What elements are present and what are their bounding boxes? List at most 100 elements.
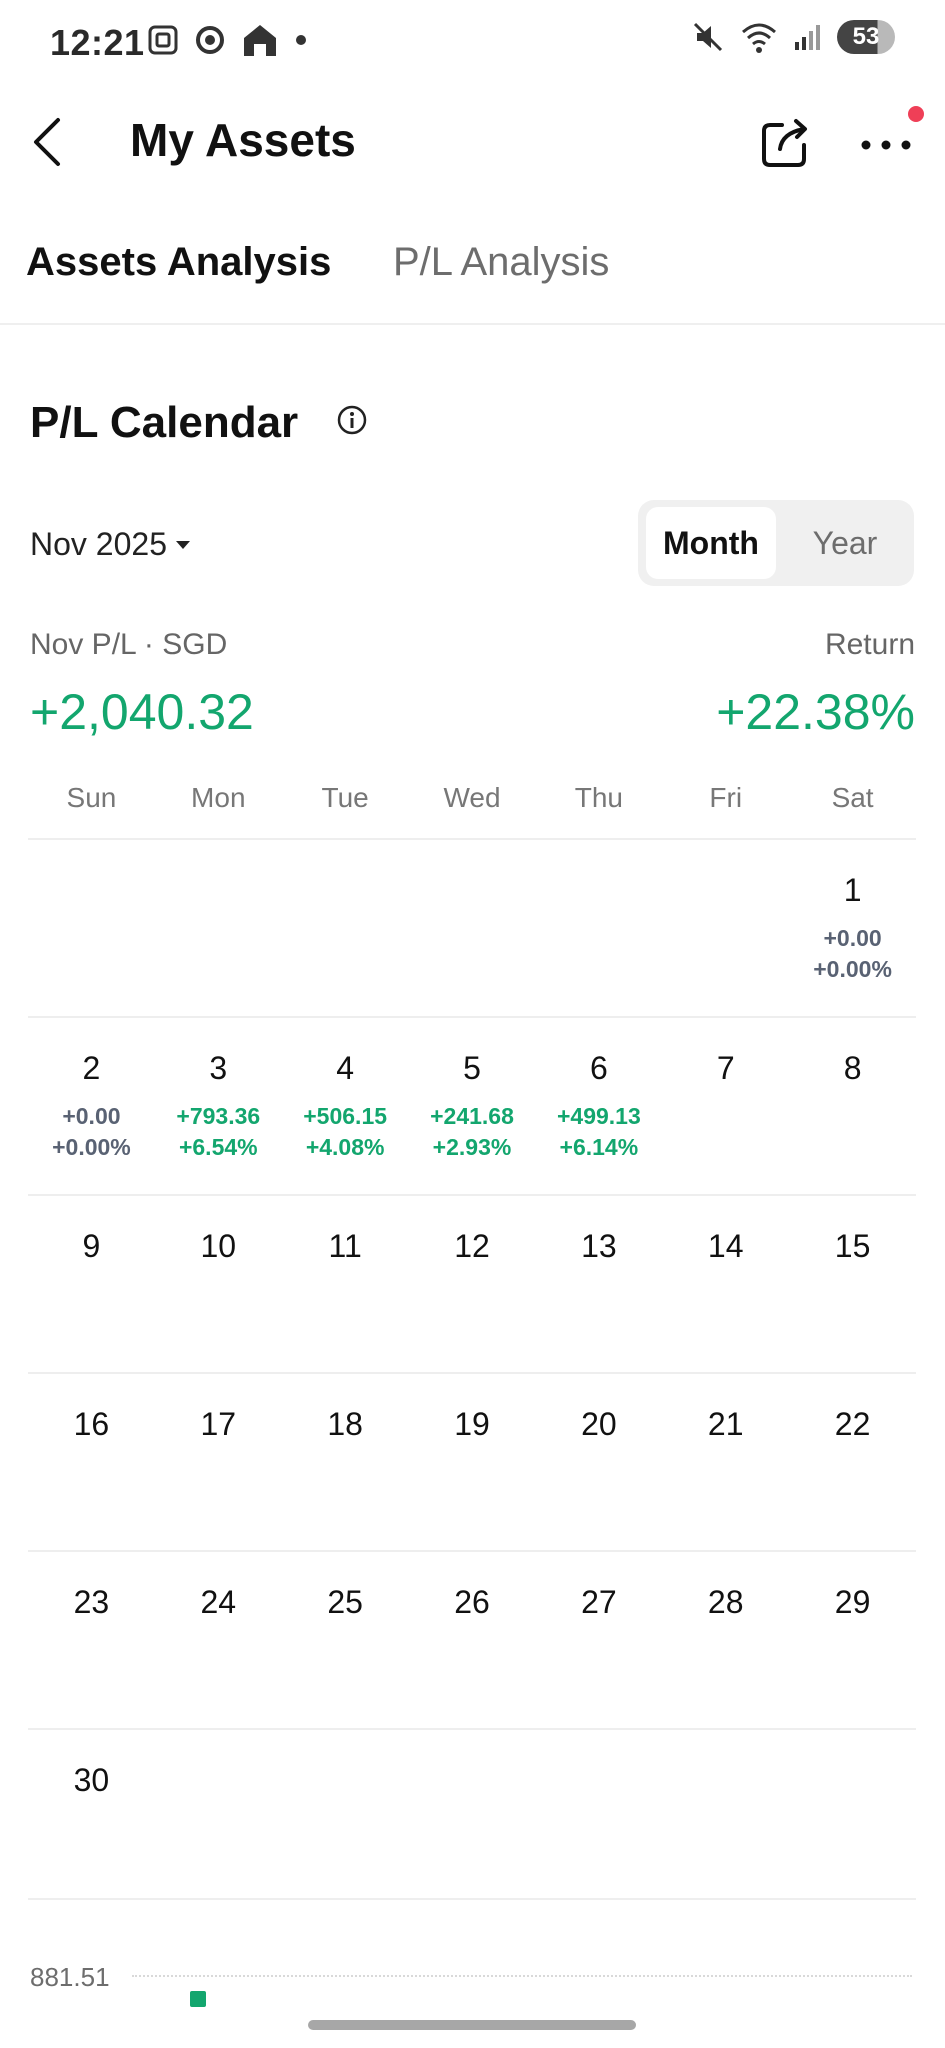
tab-assets-analysis[interactable]: Assets Analysis <box>26 240 331 285</box>
calendar-day-pl: +793.36 <box>176 1103 261 1129</box>
calendar-day-cell[interactable]: 1 +0.00 +0.00% <box>789 840 916 1016</box>
more-icon[interactable] <box>858 130 914 160</box>
calendar-day-pl: +0.00 <box>823 925 882 951</box>
calendar-day-cell[interactable]: 10 <box>155 1196 282 1372</box>
calendar-day-number: 10 <box>200 1228 237 1264</box>
calendar-day-cell[interactable]: 5 +241.68 +2.93% <box>409 1018 536 1194</box>
calendar-empty-cell <box>535 840 662 1016</box>
calendar-day-cell[interactable]: 14 <box>662 1196 789 1372</box>
chart-axis-label: 881.51 <box>30 1962 110 1992</box>
return-label: Return <box>824 628 915 661</box>
return-value: +22.38% <box>716 684 915 740</box>
calendar-day-cell[interactable]: 26 <box>409 1552 536 1728</box>
wifi-icon <box>742 23 776 53</box>
page-title: My Assets <box>130 114 356 166</box>
calendar-day-number: 28 <box>707 1584 744 1620</box>
calendar-day-number: 5 <box>463 1050 481 1086</box>
calendar-day-cell[interactable]: 30 <box>28 1730 155 1906</box>
calendar-day-cell[interactable]: 18 <box>282 1374 409 1550</box>
calendar-day-return: +0.00% <box>813 956 892 983</box>
calendar-day-cell[interactable]: 3 +793.36 +6.54% <box>155 1018 282 1194</box>
pl-calendar-grid: 1 +0.00 +0.00% 2 +0.00 +0.00% 3 +793.36 +6.54% 4 +… <box>28 838 916 1906</box>
calendar-day-cell[interactable]: 15 <box>789 1196 916 1372</box>
caret-down-icon <box>175 540 190 549</box>
calendar-day-return: +2.93% <box>432 1134 512 1161</box>
calendar-day-cell[interactable]: 29 <box>789 1552 916 1728</box>
calendar-day-number: 7 <box>716 1050 735 1086</box>
calendar-day-cell[interactable]: 7 <box>662 1018 789 1194</box>
calendar-day-number: 17 <box>200 1406 237 1442</box>
calendar-day-pl: +241.68 <box>430 1103 514 1129</box>
calendar-week-row: 9 10 11 12 13 14 15 <box>28 1194 916 1372</box>
back-arrow-icon[interactable] <box>26 114 70 170</box>
calendar-week-row: 30 <box>28 1728 916 1906</box>
calendar-day-number: 13 <box>581 1228 617 1264</box>
calendar-day-number: 25 <box>327 1584 363 1620</box>
calendar-day-cell[interactable]: 2 +0.00 +0.00% <box>28 1018 155 1194</box>
calendar-day-cell[interactable]: 17 <box>155 1374 282 1550</box>
calendar-day-cell[interactable]: 9 <box>28 1196 155 1372</box>
calendar-day-number: 12 <box>454 1228 490 1264</box>
calendar-day-cell[interactable]: 12 <box>409 1196 536 1372</box>
chart-gridline <box>132 1975 912 1977</box>
weekday-label: Tue <box>321 782 369 813</box>
calendar-day-cell[interactable]: 19 <box>409 1374 536 1550</box>
weekday-label: Wed <box>443 782 501 813</box>
calendar-day-cell[interactable]: 24 <box>155 1552 282 1728</box>
calendar-day-number: 24 <box>200 1584 237 1620</box>
month-selector[interactable]: Nov 2025 <box>30 526 191 563</box>
calendar-day-cell[interactable]: 27 <box>535 1552 662 1728</box>
calendar-day-cell[interactable]: 11 <box>282 1196 409 1372</box>
calendar-day-number: 29 <box>834 1584 871 1620</box>
calendar-day-number: 22 <box>834 1406 871 1442</box>
signal-icon <box>795 25 820 50</box>
calendar-day-cell[interactable]: 13 <box>535 1196 662 1372</box>
calendar-day-return: +6.54% <box>178 1134 258 1161</box>
calendar-day-cell[interactable]: 4 +506.15 +4.08% <box>282 1018 409 1194</box>
share-icon[interactable] <box>758 115 814 171</box>
calendar-empty-cell <box>409 840 536 1016</box>
calendar-day-cell[interactable]: 23 <box>28 1552 155 1728</box>
dot-icon <box>296 35 306 45</box>
calendar-day-cell[interactable]: 28 <box>662 1552 789 1728</box>
calendar-bottom-border <box>28 1898 916 1900</box>
calendar-day-number: 4 <box>336 1050 355 1086</box>
calendar-day-cell[interactable]: 20 <box>535 1374 662 1550</box>
calendar-day-number: 3 <box>209 1050 228 1086</box>
pl-label: Nov P/L · SGD <box>30 628 228 661</box>
info-icon[interactable] <box>336 404 368 436</box>
calendar-empty-cell <box>282 1730 409 1906</box>
calendar-day-cell[interactable]: 25 <box>282 1552 409 1728</box>
calendar-empty-cell <box>28 840 155 1016</box>
calendar-week-row: 1 +0.00 +0.00% <box>28 838 916 1016</box>
home-indicator[interactable] <box>308 2020 636 2030</box>
toggle-month[interactable]: Month <box>646 507 776 579</box>
notification-dot <box>908 106 924 122</box>
calendar-day-number: 20 <box>581 1406 617 1442</box>
calendar-day-number: 8 <box>843 1050 862 1086</box>
mute-icon <box>693 22 723 52</box>
calendar-day-number: 26 <box>454 1584 490 1620</box>
calendar-day-pl: +499.13 <box>556 1103 641 1129</box>
chrome-icon <box>196 26 224 54</box>
weekday-label: Fri <box>709 782 743 813</box>
calendar-empty-cell <box>662 1730 789 1906</box>
status-right-icons: 53 <box>691 20 895 54</box>
calendar-day-number: 16 <box>73 1406 110 1442</box>
calendar-day-number: 2 <box>82 1050 101 1086</box>
calendar-day-number: 9 <box>82 1228 101 1264</box>
status-left-icons <box>146 22 308 58</box>
calendar-empty-cell <box>409 1730 536 1906</box>
calendar-day-cell[interactable]: 22 <box>789 1374 916 1550</box>
weekday-header: Sun Mon Tue Wed Thu Fri Sat <box>28 782 916 814</box>
tabs-divider <box>0 323 945 325</box>
calendar-empty-cell <box>789 1730 916 1906</box>
calendar-empty-cell <box>662 840 789 1016</box>
calendar-day-cell[interactable]: 6 +499.13 +6.14% <box>535 1018 662 1194</box>
calendar-day-cell[interactable]: 16 <box>28 1374 155 1550</box>
toggle-year[interactable]: Year <box>780 507 910 579</box>
scan-icon <box>148 25 178 55</box>
calendar-day-cell[interactable]: 8 <box>789 1018 916 1194</box>
calendar-day-cell[interactable]: 21 <box>662 1374 789 1550</box>
tab-pl-analysis[interactable]: P/L Analysis <box>393 240 609 285</box>
